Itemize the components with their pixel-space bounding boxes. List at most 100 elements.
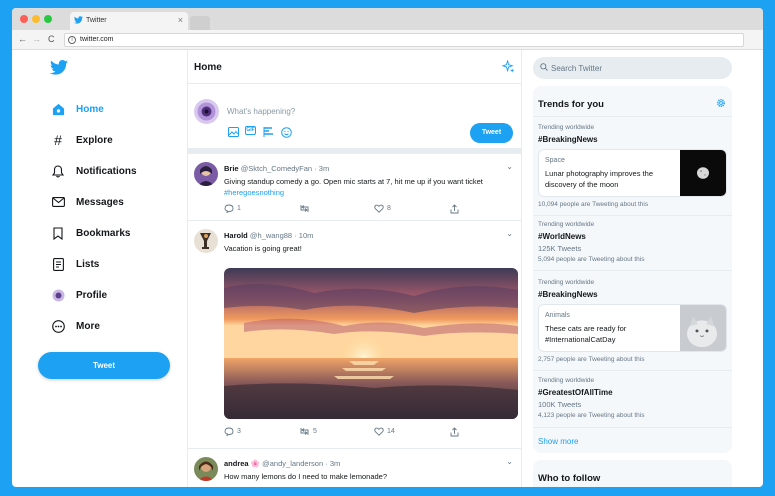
reply-icon (224, 427, 234, 436)
nav-messages[interactable]: Messages (50, 191, 180, 213)
search-input[interactable]: Search Twitter (533, 57, 732, 79)
search-placeholder: Search Twitter (551, 64, 602, 73)
like-button[interactable]: 8 (374, 204, 391, 213)
twitter-logo-icon[interactable] (50, 60, 68, 75)
tweet[interactable]: Harold @h_wang88 · 10m ⌄ Vacation is goi… (188, 221, 521, 449)
minimize-window-button[interactable] (32, 15, 40, 23)
reply-button[interactable]: 1 (224, 204, 241, 213)
timeline-header: Home (188, 50, 521, 84)
hashtag-link[interactable]: #heregoesnothing (224, 188, 284, 197)
tweet[interactable]: andrea 🌸 @andy_landerson · 3m ⌄ How many… (188, 449, 521, 487)
forward-arrow-icon[interactable]: → (32, 34, 41, 44)
share-button[interactable] (450, 427, 459, 437)
tweet-handle[interactable]: @h_wang88 (250, 231, 292, 240)
chevron-down-icon[interactable]: ⌄ (506, 457, 513, 466)
reload-icon[interactable]: C (48, 34, 55, 44)
trend-tweet-count: 125K Tweets (538, 244, 582, 253)
tab-close-icon[interactable]: × (178, 15, 183, 25)
chevron-down-icon[interactable]: ⌄ (506, 162, 513, 171)
like-count: 14 (387, 428, 395, 435)
tweet-time[interactable]: · 3m (314, 164, 329, 173)
trend-card[interactable]: Animals These cats are ready for #Intern… (538, 304, 727, 352)
site-info-icon[interactable]: i (68, 36, 76, 44)
retweet-button[interactable] (299, 204, 313, 213)
nav-label: Lists (76, 258, 100, 270)
trend-hashtag[interactable]: #BreakingNews (538, 290, 598, 299)
trend-meta: 10,094 people are Tweeting about this (538, 201, 649, 208)
nav-label: Messages (76, 196, 124, 208)
poll-icon[interactable] (262, 126, 274, 138)
trend-tweet-count: 100K Tweets (538, 400, 582, 409)
nav-home[interactable]: Home (50, 98, 180, 120)
trend-card-text: These cats are ready for #InternationalC… (545, 324, 627, 344)
reply-button[interactable]: 3 (224, 427, 241, 436)
trend-hashtag[interactable]: #GreatestOfAllTime (538, 388, 613, 397)
sparkle-icon[interactable] (502, 60, 515, 73)
nav-profile[interactable]: Profile (50, 284, 180, 306)
nav-label: Bookmarks (76, 227, 131, 239)
envelope-icon (50, 194, 66, 210)
tweet-actions: 1 8 (224, 204, 474, 216)
tweet-time[interactable]: · 10m (294, 231, 313, 240)
cat-image (680, 305, 726, 351)
avatar[interactable] (194, 457, 218, 481)
tweet-header: Harold @h_wang88 · 10m (224, 231, 313, 240)
heart-icon (374, 204, 384, 213)
tweet-author[interactable]: Brie (224, 164, 239, 173)
tweet[interactable]: Brie @Sktch_ComedyFan · 3m ⌄ Giving stan… (188, 154, 521, 221)
trend-card-category: Space (545, 157, 565, 164)
tweet-handle[interactable]: @Sktch_ComedyFan (241, 164, 312, 173)
sidebar-tweet-button[interactable]: Tweet (38, 352, 170, 379)
gear-icon[interactable] (716, 98, 726, 108)
tweet-body: Giving standup comedy a go. Open mic sta… (224, 177, 483, 186)
left-sidebar: Home # Explore Notifications Messages Bo… (12, 50, 187, 487)
nav-more[interactable]: More (50, 315, 180, 337)
tweet-time[interactable]: · 3m (325, 459, 340, 468)
compose-tweet-button[interactable]: Tweet (470, 123, 513, 143)
trend-hashtag[interactable]: #BreakingNews (538, 135, 598, 144)
avatar[interactable] (194, 99, 219, 124)
tweet-text: Giving standup comedy a go. Open mic sta… (224, 176, 514, 198)
avatar[interactable] (194, 162, 218, 186)
image-icon[interactable] (227, 126, 239, 138)
url-field[interactable]: i twitter.com (64, 33, 744, 47)
page-title: Home (194, 62, 222, 73)
trend-hashtag[interactable]: #WorldNews (538, 232, 586, 241)
reply-count: 1 (237, 205, 241, 212)
gif-icon[interactable]: GIF (245, 126, 256, 135)
divider (533, 116, 732, 117)
tweet-author[interactable]: andrea (224, 459, 249, 468)
browser-tab[interactable]: Twitter × (70, 12, 188, 30)
like-button[interactable]: 14 (374, 427, 395, 436)
back-arrow-icon[interactable]: ← (18, 34, 27, 44)
who-to-follow-panel: Who to follow (533, 460, 732, 487)
compose-input[interactable]: What's happening? (227, 107, 295, 116)
bell-icon (50, 163, 66, 179)
close-window-button[interactable] (20, 15, 28, 23)
retweet-icon (300, 428, 309, 435)
right-sidebar: Search Twitter Trends for you Trending w… (522, 50, 763, 487)
chevron-down-icon[interactable]: ⌄ (506, 229, 513, 238)
tweet-header: andrea 🌸 @andy_landerson · 3m (224, 459, 340, 468)
retweet-button[interactable]: 5 (299, 427, 317, 436)
tweet-author[interactable]: Harold (224, 231, 248, 240)
tweet-handle[interactable]: @andy_landerson (262, 459, 323, 468)
share-icon (450, 204, 459, 214)
nav-notifications[interactable]: Notifications (50, 160, 180, 182)
trends-title: Trends for you (538, 99, 604, 110)
show-more-link[interactable]: Show more (538, 437, 578, 446)
nav-explore[interactable]: # Explore (50, 129, 180, 151)
avatar[interactable] (194, 229, 218, 253)
reply-icon (224, 204, 234, 213)
trend-card[interactable]: Space Lunar photography improves the dis… (538, 149, 727, 197)
emoji-icon[interactable] (280, 126, 292, 138)
list-icon (50, 256, 66, 272)
tweet-image[interactable] (224, 268, 518, 419)
browser-window: Twitter × ← → C i twitter.com Home # Exp… (12, 8, 763, 487)
share-button[interactable] (450, 204, 459, 214)
maximize-window-button[interactable] (44, 15, 52, 23)
new-tab-button[interactable] (190, 16, 210, 30)
nav-bookmarks[interactable]: Bookmarks (50, 222, 180, 244)
like-count: 8 (387, 205, 391, 212)
nav-lists[interactable]: Lists (50, 253, 180, 275)
